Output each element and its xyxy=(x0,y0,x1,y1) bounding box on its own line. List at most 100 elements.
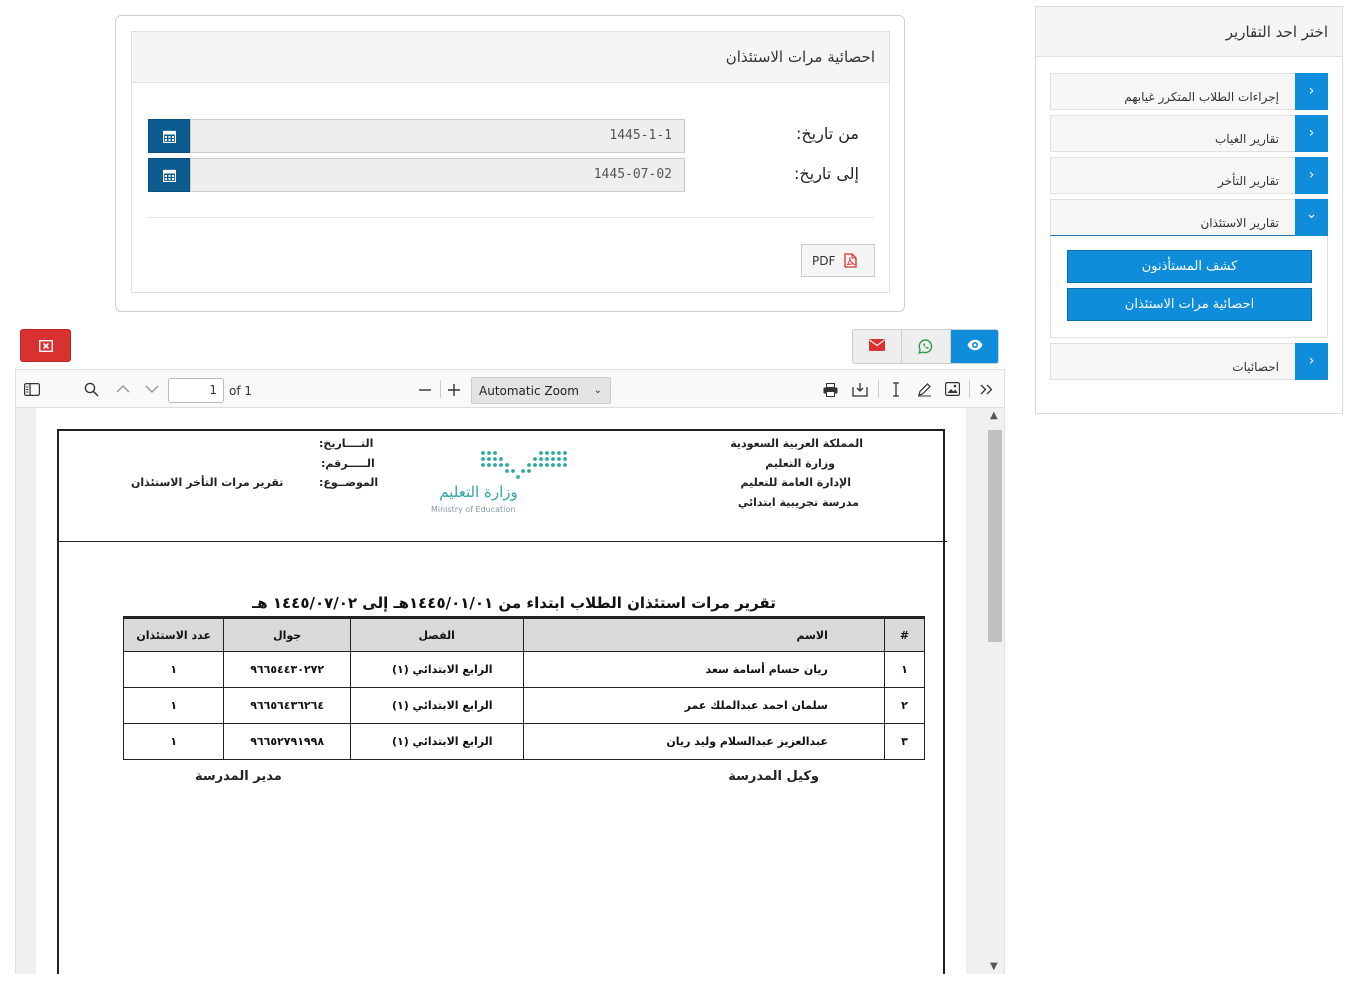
sidebar-item-label: تقارير الاستئذان xyxy=(1200,216,1279,230)
form-title: احصائية مرات الاستئذان xyxy=(132,32,889,83)
header-divider xyxy=(59,541,947,542)
meta-date-label: التــــاريخ: xyxy=(319,437,374,450)
col-header-mobile: جوال xyxy=(223,617,351,652)
search-icon[interactable] xyxy=(84,382,99,397)
chevron-down-icon: ⌄ xyxy=(593,385,602,396)
col-header-name: الاسم xyxy=(522,617,885,652)
cell-count: ١ xyxy=(122,687,225,724)
signature-vice-principal: وكيل المدرسة xyxy=(728,769,819,784)
zoom-select-value: Automatic Zoom xyxy=(479,384,579,398)
cell-mobile: ٩٦٦٥٢٧٩١٩٩٨ xyxy=(223,723,351,760)
to-date-label: إلى تاريخ: xyxy=(794,164,859,183)
permission-stats-button[interactable]: احصائية مرات الاستئذان xyxy=(1067,288,1312,321)
scroll-up-icon[interactable]: ▲ xyxy=(990,410,998,421)
eye-icon xyxy=(967,339,983,351)
toolbar-separator xyxy=(878,380,879,398)
whatsapp-icon xyxy=(918,339,933,354)
pdf-button-label: PDF xyxy=(812,254,836,268)
sidebar-item-late-reports[interactable]: تقارير التأخر › xyxy=(1050,157,1328,194)
to-date-calendar-button[interactable] xyxy=(148,158,190,192)
next-page-icon[interactable] xyxy=(145,385,159,393)
chevron-left-icon: › xyxy=(1295,157,1328,194)
cell-class: الرابع الابتدائي (١) xyxy=(349,651,524,688)
col-header-number: # xyxy=(883,617,926,652)
cell-number: ٢ xyxy=(883,687,926,724)
cell-count: ١ xyxy=(122,651,225,688)
close-window-icon xyxy=(39,340,53,352)
zoom-select[interactable]: Automatic Zoom ⌄ xyxy=(471,377,611,404)
sidebar-item-label: احصائيات xyxy=(1232,360,1279,374)
sidebar-item-repeated-absence[interactable]: إجراءات الطلاب المتكرر غيابهم › xyxy=(1050,73,1328,110)
draw-icon[interactable] xyxy=(917,382,932,397)
header-country: المملكة العربية السعودية xyxy=(730,437,863,450)
form-divider xyxy=(147,217,874,218)
text-tool-icon[interactable] xyxy=(892,382,900,397)
download-icon[interactable] xyxy=(852,382,868,397)
sidebar-item-label: تقارير التأخر xyxy=(1218,174,1279,188)
permission-list-button[interactable]: كشف المستأذنون xyxy=(1067,250,1312,283)
close-viewer-button[interactable] xyxy=(20,329,71,362)
header-department: الإدارة العامة للتعليم xyxy=(740,476,851,489)
report-title: تقرير مرات استئذان الطلاب ابتداء من ١٤٤٥… xyxy=(252,594,776,612)
sidebar-toggle-icon[interactable] xyxy=(24,383,40,396)
sidebar-item-absence-reports[interactable]: تقارير الغياب › xyxy=(1050,115,1328,152)
calendar-icon xyxy=(163,130,176,143)
form-panel: احصائية مرات الاستئذان من تاريخ: 1445-1-… xyxy=(115,15,905,312)
scroll-down-icon[interactable]: ▼ xyxy=(990,961,998,972)
email-share-button[interactable] xyxy=(853,330,902,363)
cell-name: ريان حسام أسامة سعد xyxy=(522,651,885,688)
form-card: احصائية مرات الاستئذان من تاريخ: 1445-1-… xyxy=(131,31,890,293)
meta-subject-value: تقرير مرات التأخر الاستئذان xyxy=(131,476,284,489)
meta-subject-label: الموضــوع: xyxy=(319,476,379,489)
pdf-viewer: 1 of 1 Automatic Zoom ⌄ المملكة العربية … xyxy=(15,369,1005,974)
ministry-logo: وزارة التعليم Ministry of Education xyxy=(431,449,576,519)
chevron-down-icon: ⌄ xyxy=(1295,199,1328,236)
pdf-document-area: المملكة العربية السعودية وزارة التعليم ا… xyxy=(16,408,986,974)
pdf-page: المملكة العربية السعودية وزارة التعليم ا… xyxy=(36,408,966,974)
sidebar-item-label: إجراءات الطلاب المتكرر غيابهم xyxy=(1124,90,1279,104)
sidebar-title: اختر احد التقارير xyxy=(1036,7,1342,57)
header-school: مدرسة تجريبية ابتدائي xyxy=(737,496,859,509)
ministry-logo-dots-icon xyxy=(481,451,567,479)
from-date-calendar-button[interactable] xyxy=(148,119,190,153)
cell-name: سلمان احمد عبدالملك عمر xyxy=(522,687,885,724)
print-icon[interactable] xyxy=(823,383,838,397)
chevron-left-icon: › xyxy=(1295,115,1328,152)
sidebar-item-statistics[interactable]: احصائيات › xyxy=(1050,343,1328,380)
from-date-input[interactable]: 1445-1-1 xyxy=(190,119,685,153)
pdf-toolbar: 1 of 1 Automatic Zoom ⌄ xyxy=(16,370,1004,408)
chevron-left-icon: › xyxy=(1295,73,1328,110)
zoom-in-icon[interactable] xyxy=(448,384,460,396)
toolbar-separator xyxy=(969,380,970,398)
from-date-label: من تاريخ: xyxy=(795,124,859,143)
cell-class: الرابع الابتدائي (١) xyxy=(349,687,524,724)
cell-number: ١ xyxy=(883,651,926,688)
table-row: ٣ عبدالعزيز عبدالسلام وليد ريان الرابع ا… xyxy=(122,723,926,760)
cell-name: عبدالعزيز عبدالسلام وليد ريان xyxy=(522,723,885,760)
page-number-input[interactable]: 1 xyxy=(168,378,224,403)
previous-page-icon[interactable] xyxy=(116,385,130,393)
logo-arabic-text: وزارة التعليم xyxy=(439,483,518,501)
file-pdf-icon xyxy=(844,253,857,268)
document-scrollbar[interactable]: ▲ ▼ xyxy=(986,408,1004,974)
sidebar-item-permission-reports[interactable]: تقارير الاستئذان ⌄ xyxy=(1050,199,1328,236)
pdf-export-button[interactable]: PDF xyxy=(801,244,875,277)
whatsapp-share-button[interactable] xyxy=(902,330,951,363)
cell-mobile: ٩٦٦٥٦٤٣٦٢٦٤ xyxy=(223,687,351,724)
table-header-row: # الاسم الفصل جوال عدد الاستئذان xyxy=(122,617,926,652)
col-header-class: الفصل xyxy=(349,617,524,652)
envelope-icon xyxy=(869,339,885,351)
cell-mobile: ٩٦٦٥٤٤٣٠٢٧٢ xyxy=(223,651,351,688)
col-header-count: عدد الاستئذان xyxy=(122,617,225,652)
header-ministry: وزارة التعليم xyxy=(765,457,835,470)
table-row: ١ ريان حسام أسامة سعد الرابع الابتدائي (… xyxy=(122,651,926,688)
image-icon[interactable] xyxy=(945,382,960,396)
share-button-group xyxy=(852,329,999,364)
scrollbar-thumb[interactable] xyxy=(988,430,1002,642)
tools-menu-icon[interactable] xyxy=(980,384,994,395)
sidebar-submenu: كشف المستأذنون احصائية مرات الاستئذان xyxy=(1050,236,1328,338)
zoom-out-icon[interactable] xyxy=(419,389,431,391)
to-date-input[interactable]: 1445-07-02 xyxy=(190,158,685,192)
view-report-button[interactable] xyxy=(951,330,998,363)
page-total-label: of 1 xyxy=(229,384,253,398)
